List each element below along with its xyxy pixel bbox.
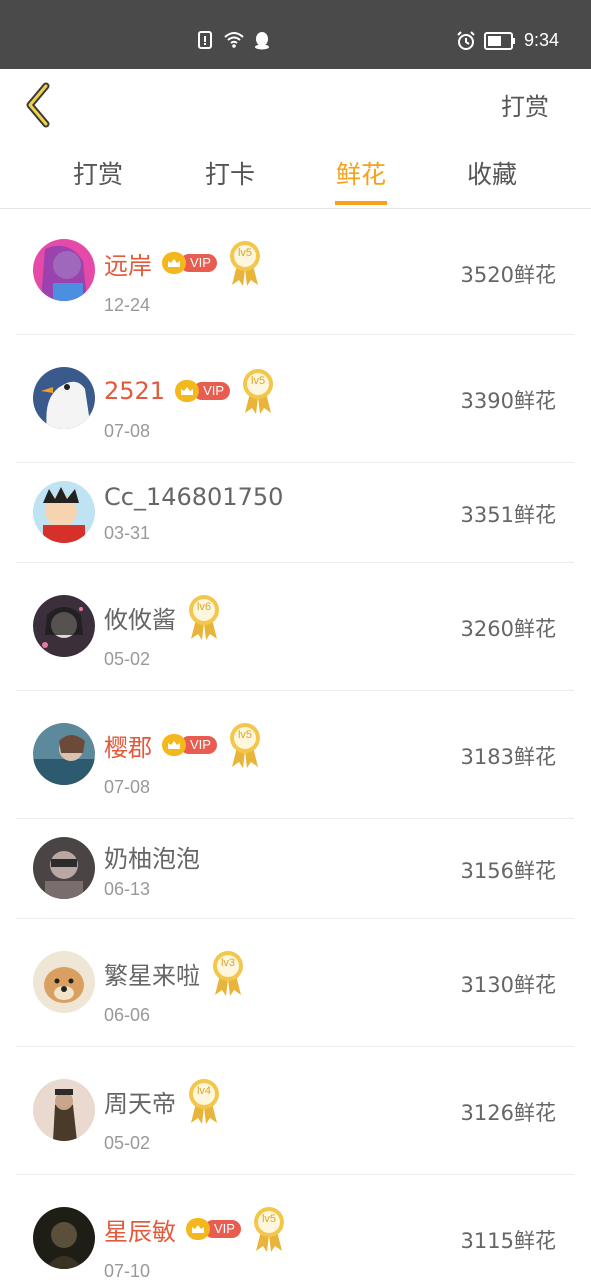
avatar[interactable] <box>33 595 95 657</box>
name-line: 周天帝 lv4 <box>104 1077 222 1125</box>
vip-badge: VIP <box>162 252 217 274</box>
name-line: 星辰敏 VIP lv5 <box>104 1205 287 1253</box>
list-item[interactable]: 攸攸酱 lv6 05-02 3260鲜花 <box>16 563 574 691</box>
avatar[interactable] <box>33 481 95 543</box>
level-medal-icon: lv4 <box>186 1077 222 1125</box>
alarm-icon <box>456 30 476 51</box>
qq-penguin-icon <box>252 30 272 50</box>
level-medal-icon: lv5 <box>227 239 263 287</box>
flower-count: 3130鲜花 <box>460 973 556 997</box>
tab-tip[interactable]: 打赏 <box>68 155 128 191</box>
status-time: 9:34 <box>523 30 559 50</box>
user-name[interactable]: 2521 <box>104 377 165 405</box>
avatar[interactable] <box>33 367 95 429</box>
date-text: 06-13 <box>104 879 151 899</box>
tab-bar: 打赏 打卡 鲜花 收藏 <box>0 141 591 209</box>
tab-flowers[interactable]: 鲜花 <box>331 155 391 205</box>
crown-icon <box>162 252 186 274</box>
avatar[interactable] <box>33 837 95 899</box>
date-text: 07-08 <box>104 421 151 441</box>
date-text: 07-08 <box>104 777 151 797</box>
level-medal-icon: lv3 <box>210 949 246 997</box>
app-header: 打赏 <box>0 69 591 141</box>
flower-count: 3260鲜花 <box>460 617 556 641</box>
date-text: 03-31 <box>104 523 151 543</box>
user-name[interactable]: Cc_146801750 <box>104 483 283 511</box>
flower-count: 3390鲜花 <box>460 389 556 413</box>
user-name[interactable]: 周天帝 <box>104 1084 176 1119</box>
avatar[interactable] <box>33 239 95 301</box>
level-medal-icon: lv5 <box>240 367 276 415</box>
status-icons-right: 9:34 <box>456 30 559 51</box>
user-name[interactable]: 奶柚泡泡 <box>104 839 200 874</box>
name-line: 繁星来啦 lv3 <box>104 949 246 997</box>
list-item[interactable]: Cc_146801750 03-31 3351鲜花 <box>16 463 574 563</box>
name-line: 奶柚泡泡 <box>104 839 200 874</box>
avatar[interactable] <box>33 723 95 785</box>
level-medal-icon: lv6 <box>186 593 222 641</box>
list-item[interactable]: 远岸 VIP lv5 12-24 3520鲜花 <box>16 209 574 335</box>
name-line: 樱郡 VIP lv5 <box>104 721 263 769</box>
back-button[interactable] <box>18 81 60 129</box>
user-name[interactable]: 星辰敏 <box>104 1212 176 1247</box>
level-medal-icon: lv5 <box>227 721 263 769</box>
tab-active-indicator <box>335 201 387 205</box>
date-text: 05-02 <box>104 1133 151 1153</box>
tab-checkin[interactable]: 打卡 <box>200 155 260 191</box>
list-item[interactable]: 周天帝 lv4 05-02 3126鲜花 <box>16 1047 574 1175</box>
vip-badge: VIP <box>175 380 231 402</box>
flower-count: 3115鲜花 <box>460 1229 556 1253</box>
list-item[interactable]: 星辰敏 VIP lv5 07-10 3115鲜花 <box>16 1175 574 1280</box>
flower-count: 3126鲜花 <box>460 1101 556 1125</box>
name-line: 远岸 VIP lv5 <box>104 239 263 287</box>
sim-alert-icon <box>196 30 216 50</box>
name-line: Cc_146801750 <box>104 483 283 511</box>
level-medal-icon: lv5 <box>251 1205 287 1253</box>
wifi-icon <box>224 30 244 50</box>
list-item[interactable]: 2521 VIP lv5 07-08 3390鲜花 <box>16 335 574 463</box>
user-name[interactable]: 樱郡 <box>104 728 152 763</box>
crown-icon <box>186 1218 210 1240</box>
status-bar: 9:34 <box>0 0 591 69</box>
avatar[interactable] <box>33 1207 95 1269</box>
list-item[interactable]: 奶柚泡泡 06-13 3156鲜花 <box>16 819 574 919</box>
vip-badge: VIP <box>186 1218 241 1240</box>
user-name[interactable]: 繁星来啦 <box>104 956 200 991</box>
header-action-tip[interactable]: 打赏 <box>501 87 549 122</box>
date-text: 07-10 <box>104 1261 151 1280</box>
list-item[interactable]: 樱郡 VIP lv5 07-08 3183鲜花 <box>16 691 574 819</box>
vip-badge: VIP <box>162 734 217 756</box>
flower-count: 3183鲜花 <box>460 745 556 769</box>
status-icons-center <box>196 30 272 50</box>
crown-icon <box>162 734 186 756</box>
avatar[interactable] <box>33 1079 95 1141</box>
name-line: 2521 VIP lv5 <box>104 367 276 415</box>
user-name[interactable]: 远岸 <box>104 246 152 281</box>
date-text: 05-02 <box>104 649 151 669</box>
tab-favorites[interactable]: 收藏 <box>462 155 522 191</box>
date-text: 06-06 <box>104 1005 151 1025</box>
user-name[interactable]: 攸攸酱 <box>104 600 176 635</box>
flower-count: 3351鲜花 <box>460 503 556 527</box>
list-item[interactable]: 繁星来啦 lv3 06-06 3130鲜花 <box>16 919 574 1047</box>
crown-icon <box>175 380 200 402</box>
name-line: 攸攸酱 lv6 <box>104 593 222 641</box>
avatar[interactable] <box>33 951 95 1013</box>
battery-icon <box>483 31 516 50</box>
flower-count: 3520鲜花 <box>460 263 556 287</box>
chevron-left-icon <box>26 82 50 128</box>
date-text: 12-24 <box>104 295 151 315</box>
flower-count: 3156鲜花 <box>460 859 556 883</box>
